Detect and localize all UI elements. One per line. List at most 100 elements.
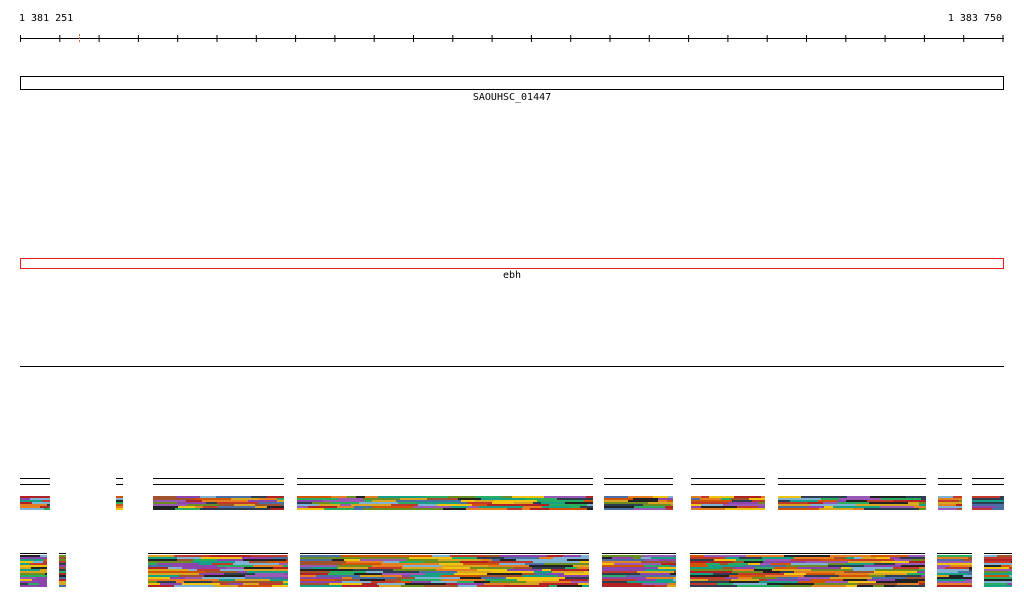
read-segment (867, 579, 895, 581)
read-segment (765, 575, 804, 577)
read-segment (44, 508, 50, 510)
alignment-track-lower[interactable] (0, 545, 1024, 595)
read-segment (717, 583, 733, 585)
read-segment (906, 577, 925, 579)
read-segment (907, 573, 925, 575)
read-segment (206, 571, 238, 573)
read-segment (238, 571, 247, 573)
read-segment (862, 557, 876, 559)
read-segment (864, 508, 890, 510)
read-segment (182, 567, 226, 569)
read-segment (563, 555, 581, 557)
read-segment (602, 583, 642, 585)
read-segment (300, 581, 342, 583)
read-segment (738, 577, 752, 579)
read-segment (268, 561, 288, 563)
read-segment (690, 563, 706, 565)
read-segment (479, 575, 522, 577)
read-segment (359, 502, 398, 504)
coverage-line (116, 484, 123, 485)
read-segment (460, 561, 488, 563)
read-segment (341, 557, 371, 559)
read-segment (387, 555, 432, 557)
read-segment (44, 559, 47, 561)
read-segment (645, 559, 659, 561)
read-segment (467, 502, 492, 504)
read-segment (604, 504, 643, 506)
alignment-track-upper[interactable] (0, 470, 1024, 520)
read-segment (20, 502, 32, 504)
read-segment (658, 498, 673, 500)
read-segment (634, 506, 665, 508)
read-segment (830, 577, 872, 579)
read-segment (116, 496, 123, 498)
read-segment (200, 496, 216, 498)
read-segment (487, 504, 528, 506)
coordinate-ruler[interactable] (20, 34, 1004, 44)
gene-feature-ebh[interactable] (20, 258, 1004, 269)
read-segment (437, 504, 472, 506)
read-segment (959, 500, 962, 502)
read-segment (729, 581, 759, 583)
read-segment (311, 567, 338, 569)
read-segment (869, 502, 908, 504)
read-segment (602, 567, 638, 569)
read-segment (604, 506, 634, 508)
coverage-line (59, 553, 66, 554)
read-segment (243, 583, 259, 585)
read-segment (300, 577, 342, 579)
read-segment (32, 502, 50, 504)
read-segment (645, 569, 676, 571)
read-segment (277, 500, 284, 502)
read-segment (323, 500, 364, 502)
read-segment (216, 496, 251, 498)
read-segment (436, 569, 477, 571)
read-segment (356, 496, 365, 498)
read-segment (938, 496, 953, 498)
read-segment (1011, 561, 1012, 563)
read-segment (40, 506, 49, 508)
read-segment (876, 581, 918, 583)
read-segment (853, 569, 875, 571)
read-segment (479, 506, 523, 508)
read-segment (177, 502, 206, 504)
read-segment (690, 561, 733, 563)
read-segment (846, 500, 867, 502)
read-segment (557, 498, 593, 500)
read-segment (762, 557, 794, 559)
read-segment (20, 583, 28, 585)
read-segment (360, 575, 381, 577)
read-segment (850, 559, 894, 561)
read-segment (534, 571, 552, 573)
read-segment (729, 575, 765, 577)
read-segment (328, 573, 354, 575)
read-segment (873, 585, 884, 587)
read-segment (381, 563, 406, 565)
read-segment (542, 577, 565, 579)
read-segment (867, 500, 893, 502)
read-segment (20, 573, 45, 575)
read-segment (938, 498, 962, 500)
read-segment (287, 555, 288, 557)
read-segment (179, 575, 204, 577)
read-segment (286, 559, 288, 561)
gene-feature-saouhsc-01447[interactable] (20, 76, 1004, 90)
read-segment (517, 579, 559, 581)
read-segment (791, 563, 828, 565)
read-segment (760, 563, 771, 565)
read-segment (708, 579, 731, 581)
read-segment (353, 569, 393, 571)
read-segment (906, 496, 926, 498)
read-segment (406, 559, 438, 561)
read-segment (957, 508, 962, 510)
read-segment (530, 508, 549, 510)
read-segment (1001, 565, 1010, 567)
read-segment (233, 563, 279, 565)
read-segment (749, 498, 765, 500)
read-segment (493, 500, 537, 502)
read-segment (984, 577, 1012, 579)
read-segment (525, 563, 544, 565)
read-segment (414, 506, 451, 508)
read-segment (565, 567, 577, 569)
read-segment (807, 571, 844, 573)
